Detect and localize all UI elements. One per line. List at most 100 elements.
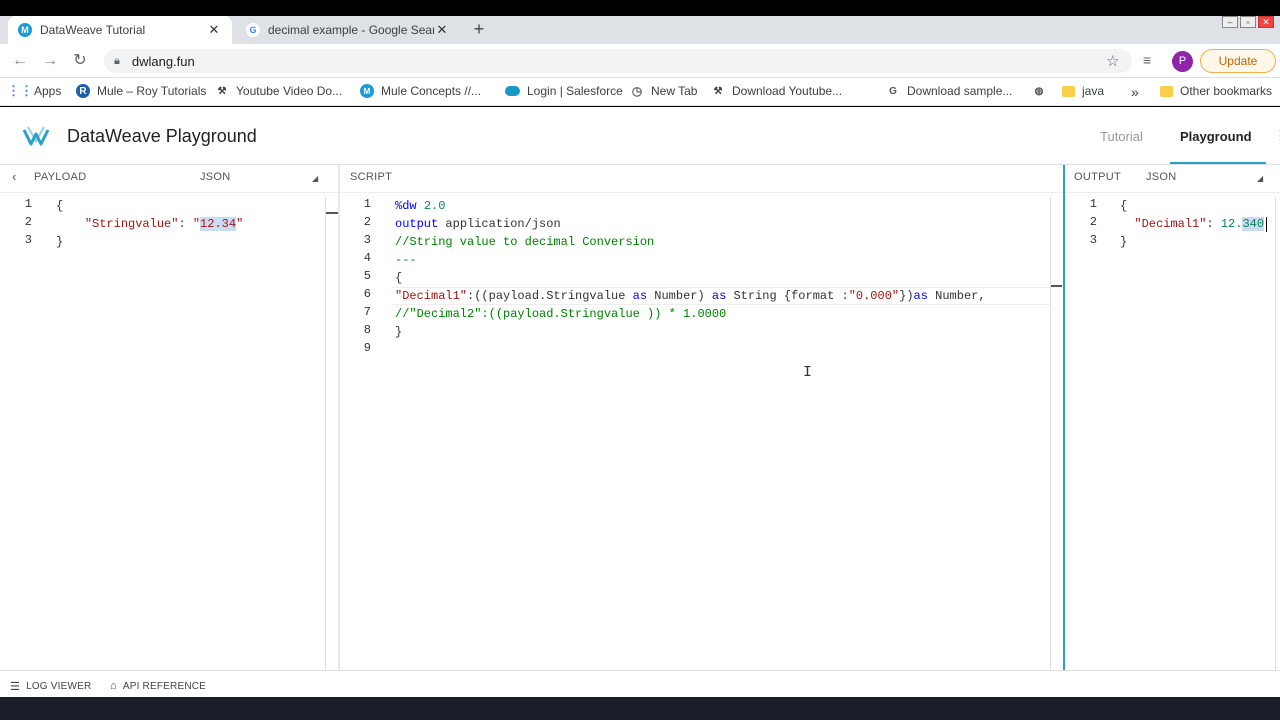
- bookmark-label: java: [1082, 84, 1105, 98]
- salesforce-cloud-icon: [505, 86, 520, 96]
- close-window-icon[interactable]: ✕: [1258, 16, 1274, 28]
- bookmark-label: Login | Salesforce: [527, 84, 623, 98]
- forward-icon[interactable]: →: [40, 51, 60, 71]
- bookmark-label: Download Youtube...: [732, 84, 843, 98]
- maximize-icon[interactable]: ▫: [1240, 16, 1256, 28]
- line-number: 1: [1089, 197, 1097, 211]
- line-number: 5: [363, 269, 371, 283]
- line-number: 9: [363, 341, 371, 355]
- apps-grid-icon: ⋮⋮: [7, 83, 33, 98]
- bookmark-label: Mule – Roy Tutorials: [97, 84, 207, 98]
- bookmark-star-icon[interactable]: ☆: [1106, 52, 1119, 70]
- bookmark-label: Other bookmarks: [1180, 84, 1273, 98]
- dropdown-arrow-icon[interactable]: ◢: [312, 174, 318, 183]
- line-number: 8: [363, 323, 371, 337]
- bookmark-apps[interactable]: ⋮⋮ Apps: [7, 83, 62, 98]
- bookmark-globe[interactable]: ◍: [1032, 84, 1053, 98]
- output-format-select[interactable]: JSON: [1146, 171, 1177, 183]
- os-taskbar: [0, 697, 1280, 720]
- payload-scrollbar-track[interactable]: [325, 197, 326, 670]
- nav-tutorial[interactable]: Tutorial: [1100, 129, 1143, 144]
- api-reference-label: API REFERENCE: [122, 680, 207, 692]
- bookmark-roy-tutorials[interactable]: R Mule – Roy Tutorials: [76, 84, 206, 98]
- address-bar[interactable]: 🔒︎ dwlang.fun: [104, 49, 1132, 73]
- google-icon: G: [889, 85, 897, 97]
- line-number: 3: [24, 233, 32, 247]
- script-scrollbar-marker: [1051, 285, 1062, 287]
- back-icon[interactable]: ←: [10, 51, 30, 71]
- tab-title: DataWeave Tutorial: [40, 23, 146, 37]
- script-header: SCRIPT: [350, 171, 393, 183]
- bookmark-other[interactable]: Other bookmarks: [1160, 84, 1272, 98]
- app-title: DataWeave Playground: [67, 126, 257, 146]
- globe-icon: ◍: [1034, 85, 1044, 97]
- line-number: 3: [1089, 233, 1097, 247]
- hammer-icon: ⚒: [217, 85, 227, 97]
- log-viewer-button[interactable]: ☰ LOG VIEWER: [10, 680, 91, 693]
- payload-splitter[interactable]: [338, 165, 340, 670]
- update-button[interactable]: Update: [1200, 49, 1276, 73]
- line-number: 2: [1089, 215, 1097, 229]
- bookmark-download-sample[interactable]: G Download sample...: [886, 84, 1012, 98]
- more-menu-icon[interactable]: ⋮: [1274, 128, 1280, 144]
- output-viewer[interactable]: { "Decimal1": 12.340 }: [1120, 197, 1265, 251]
- text-caret: [1266, 217, 1267, 232]
- google-icon: G: [246, 23, 260, 37]
- tab-google-search[interactable]: G decimal example - Google Search ✕: [236, 16, 460, 44]
- output-scrollbar-track[interactable]: [1275, 197, 1280, 670]
- script-editor[interactable]: %dw 2.0 output application/json //String…: [395, 197, 986, 341]
- bookmark-download-youtube[interactable]: ⚒ Download Youtube...: [711, 84, 843, 98]
- line-number: 2: [24, 215, 32, 229]
- window-controls: – ▫ ✕: [1222, 16, 1274, 28]
- bookmark-label: Apps: [34, 84, 62, 98]
- nav-playground[interactable]: Playground: [1180, 129, 1252, 144]
- book-icon: ⌂: [110, 680, 117, 692]
- profile-avatar[interactable]: P: [1172, 51, 1193, 72]
- payload-header: PAYLOAD: [34, 171, 87, 183]
- bookmark-label: New Tab: [651, 84, 698, 98]
- bookmark-new-tab[interactable]: ◷ New Tab: [630, 84, 698, 98]
- close-icon[interactable]: ✕: [206, 22, 222, 38]
- pane-divider: [1065, 192, 1280, 193]
- line-number: 2: [363, 215, 371, 229]
- mulesoft-icon: M: [360, 84, 374, 98]
- payload-format-select[interactable]: JSON: [200, 171, 231, 183]
- api-reference-button[interactable]: ⌂ API REFERENCE: [110, 680, 206, 692]
- log-viewer-label: LOG VIEWER: [26, 681, 92, 692]
- output-header: OUTPUT: [1074, 171, 1122, 183]
- tab-dataweave-tutorial[interactable]: M DataWeave Tutorial ✕: [8, 16, 232, 44]
- bookmark-salesforce[interactable]: Login | Salesforce: [505, 84, 623, 98]
- app-area: [0, 107, 1280, 697]
- folder-icon: [1160, 85, 1173, 97]
- roy-icon: R: [76, 84, 90, 98]
- media-control-icon[interactable]: ≡: [1143, 52, 1151, 68]
- line-number: 7: [363, 305, 371, 319]
- script-scrollbar-track[interactable]: [1050, 197, 1062, 670]
- close-icon[interactable]: ✕: [434, 22, 450, 38]
- bookmark-youtube-video[interactable]: ⚒ Youtube Video Do...: [215, 84, 343, 98]
- pane-divider: [0, 192, 338, 193]
- bookmark-mule-concepts[interactable]: M Mule Concepts //...: [360, 84, 481, 98]
- list-icon: ☰: [10, 681, 21, 693]
- dataweave-logo-icon: [22, 126, 50, 146]
- line-number: 3: [363, 233, 371, 247]
- folder-icon: [1062, 85, 1075, 97]
- reload-icon[interactable]: ↻: [70, 51, 90, 71]
- new-tab-button[interactable]: +: [468, 19, 490, 41]
- line-number: 6: [363, 287, 371, 301]
- line-number: 4: [363, 251, 371, 265]
- bookmark-label: Youtube Video Do...: [236, 84, 343, 98]
- dropdown-arrow-icon[interactable]: ◢: [1257, 174, 1263, 183]
- minimize-icon[interactable]: –: [1222, 16, 1238, 28]
- bookmarks-overflow-button[interactable]: »: [1131, 84, 1139, 100]
- bookmark-java[interactable]: java: [1062, 84, 1104, 98]
- payload-editor[interactable]: { "Stringvalue": "12.34" }: [56, 197, 243, 251]
- header-divider: [0, 164, 1280, 165]
- bookmark-label: Mule Concepts //...: [381, 84, 482, 98]
- url-text: dwlang.fun: [131, 53, 195, 69]
- text-cursor-icon: I: [803, 364, 813, 381]
- collapse-payload-icon[interactable]: ‹: [12, 169, 17, 184]
- output-splitter[interactable]: [1063, 165, 1065, 670]
- pane-divider: [340, 192, 1063, 193]
- mulesoft-icon: M: [18, 23, 32, 37]
